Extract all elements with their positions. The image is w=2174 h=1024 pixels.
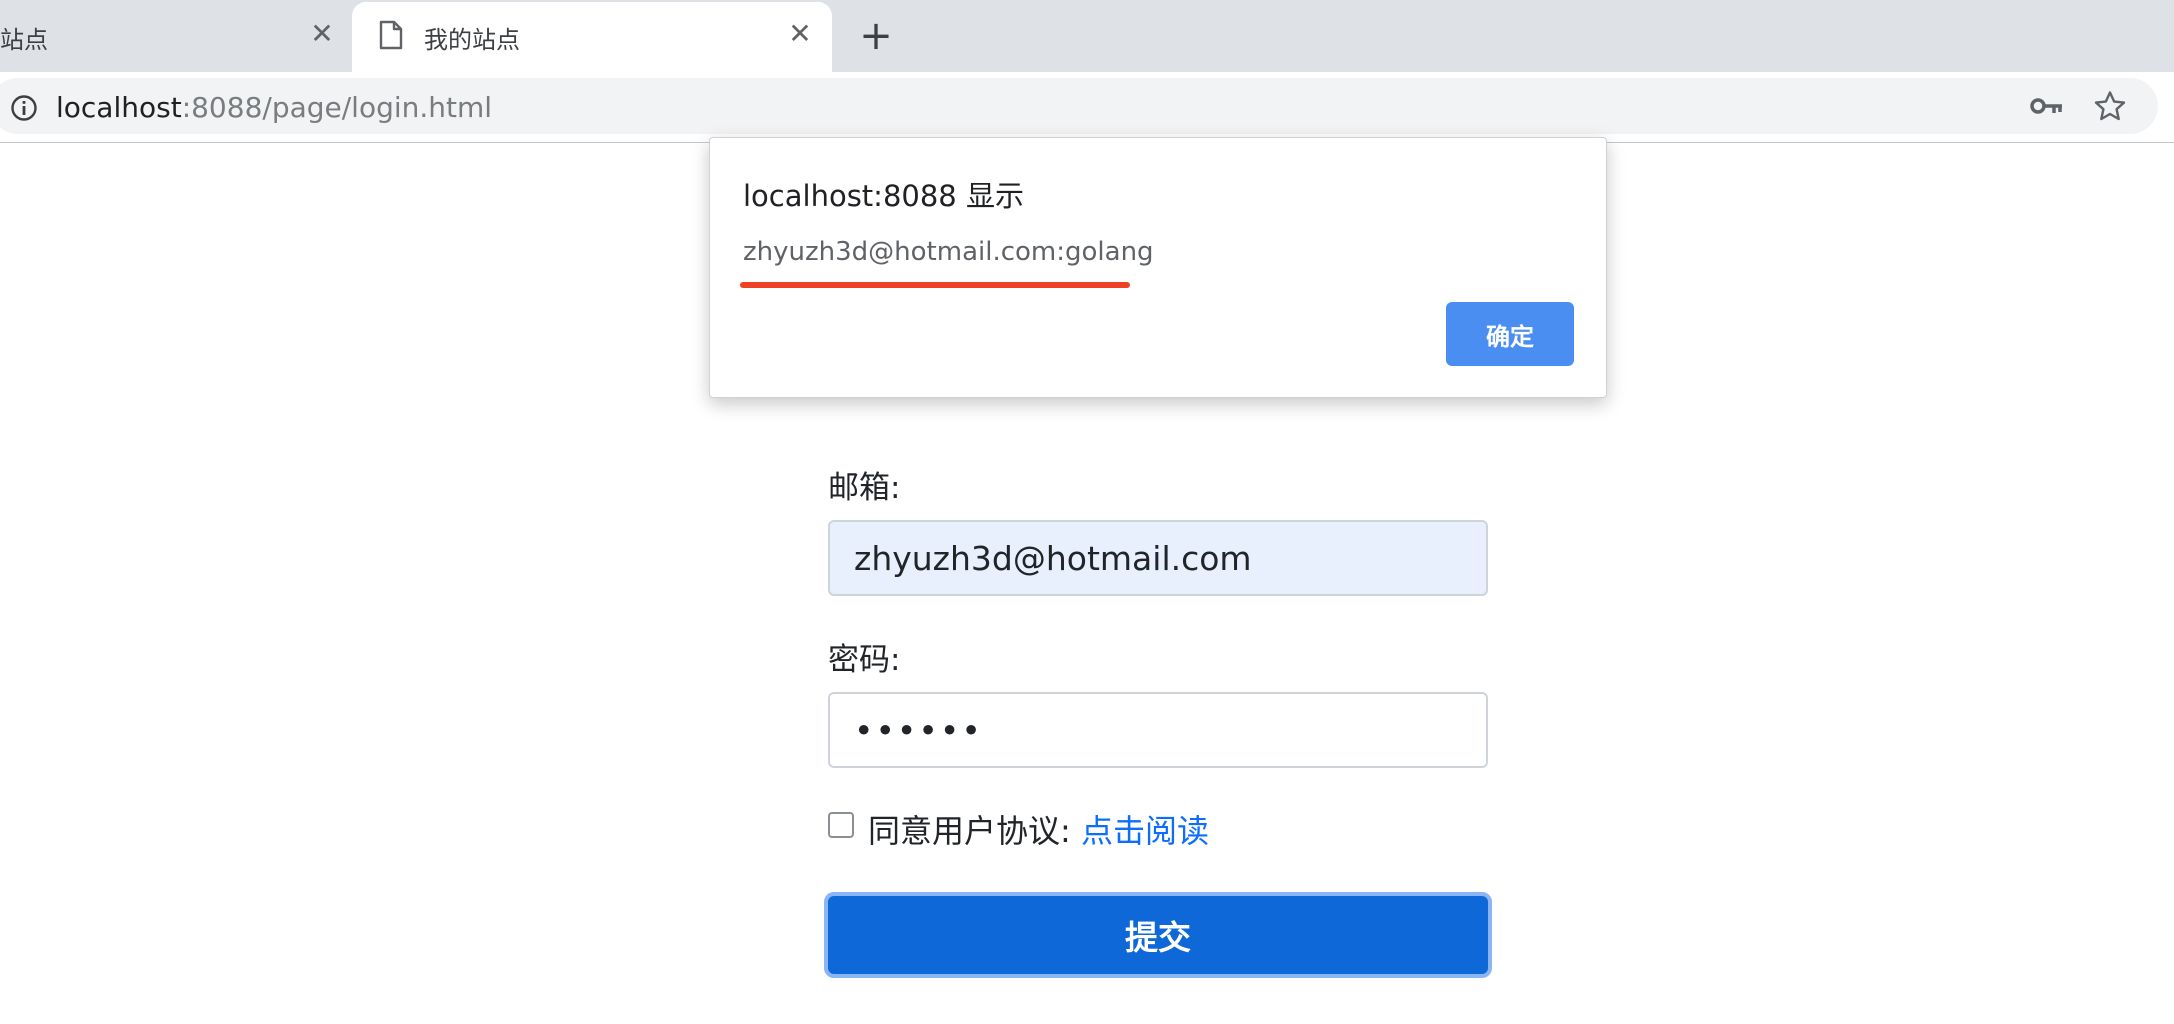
key-icon[interactable] xyxy=(2030,94,2064,118)
toolbar: localhost:8088/page/login.html xyxy=(0,72,2174,143)
tab-title: 站点 xyxy=(0,26,48,54)
url-path: :8088/page/login.html xyxy=(181,91,493,124)
info-icon[interactable] xyxy=(10,94,38,122)
url-host: localhost xyxy=(56,91,182,124)
star-icon[interactable] xyxy=(2094,90,2126,122)
tab-title: 我的站点 xyxy=(424,26,520,54)
alert-dialog: localhost:8088 显示 zhyuzh3d@hotmail.com:g… xyxy=(709,137,1607,398)
agree-text: 同意用户协议: xyxy=(868,812,1081,850)
plus-icon[interactable]: + xyxy=(856,16,896,56)
submit-button[interactable]: 提交 xyxy=(824,892,1492,978)
address-bar[interactable]: localhost:8088/page/login.html xyxy=(0,78,2158,134)
email-label: 邮箱: xyxy=(828,470,901,506)
terms-link[interactable]: 点击阅读 xyxy=(1081,812,1209,850)
tab-my-site[interactable]: 我的站点 ✕ xyxy=(352,2,832,72)
agree-checkbox[interactable] xyxy=(828,812,854,838)
page-icon xyxy=(379,20,403,50)
ok-button[interactable]: 确定 xyxy=(1446,302,1574,366)
alert-title: localhost:8088 显示 xyxy=(743,179,1024,213)
password-label: 密码: xyxy=(828,642,901,678)
password-field[interactable] xyxy=(828,692,1488,768)
tab-strip: 站点 ✕ 我的站点 ✕ + xyxy=(0,0,2174,72)
agree-label: 同意用户协议: 点击阅读 xyxy=(868,806,1209,852)
highlight-underline xyxy=(740,282,1130,288)
url-text[interactable]: localhost:8088/page/login.html xyxy=(56,91,492,124)
tab-site[interactable]: 站点 ✕ xyxy=(0,0,350,72)
email-field[interactable] xyxy=(828,520,1488,596)
alert-message: zhyuzh3d@hotmail.com:golang xyxy=(743,237,1154,267)
close-icon[interactable]: ✕ xyxy=(784,18,816,50)
close-icon[interactable]: ✕ xyxy=(306,18,338,50)
